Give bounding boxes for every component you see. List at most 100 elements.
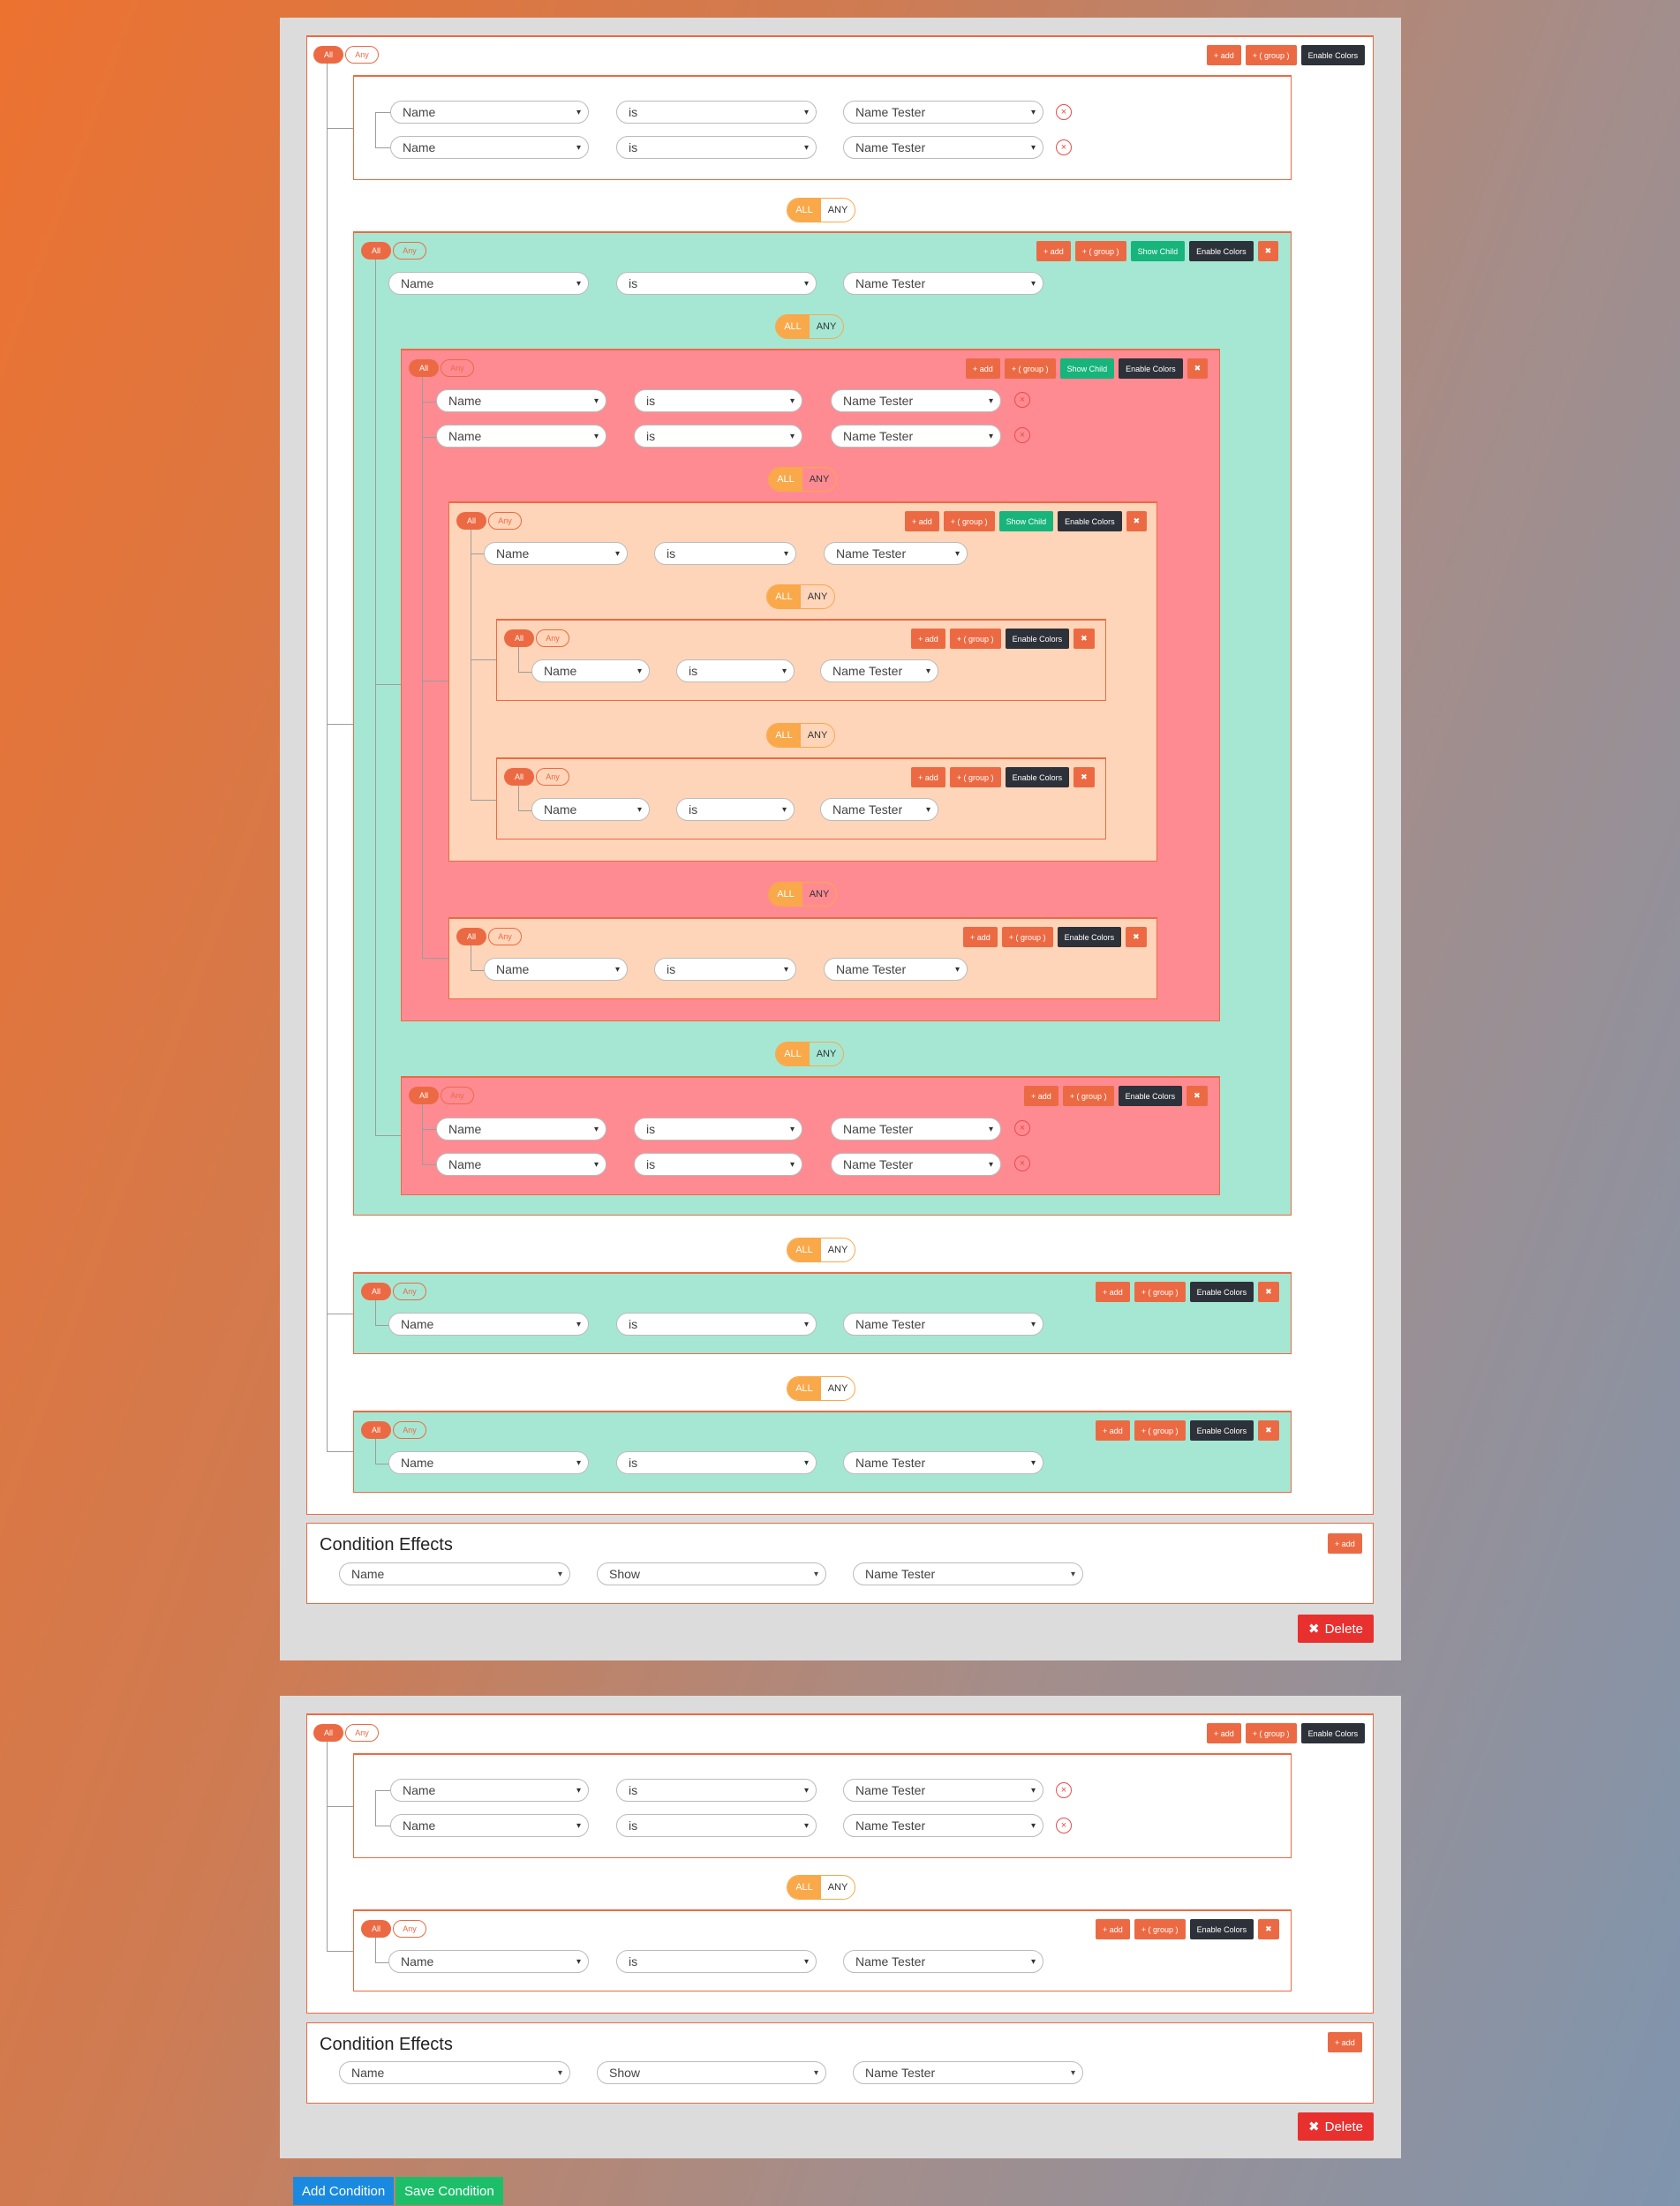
value-select[interactable]: Name Tester [843,136,1043,159]
all-option[interactable]: ALL [769,468,802,491]
any-option[interactable]: ANY [802,883,836,906]
close-group-button[interactable]: ✖ [1187,358,1209,379]
close-group-button[interactable]: ✖ [1257,241,1279,261]
value-select[interactable]: Name Tester [820,659,938,682]
enable-colors-button[interactable]: Enable Colors [1189,1282,1254,1302]
all-any-connector[interactable]: ALL ANY [766,584,835,609]
field-select[interactable]: Name [436,425,606,448]
enable-colors-button[interactable]: Enable Colors [1005,629,1070,649]
all-toggle[interactable]: All [361,242,391,260]
operator-select[interactable]: is [634,425,802,448]
field-select[interactable]: Name [484,958,628,981]
operator-select[interactable]: is [616,272,817,295]
add-group-button[interactable]: + ( group ) [1001,927,1053,947]
enable-colors-button[interactable]: Enable Colors [1300,45,1366,65]
effect-action-select[interactable]: Show [597,2061,826,2084]
show-child-button[interactable]: Show Child [1130,241,1186,261]
any-option[interactable]: ANY [802,468,836,491]
value-select[interactable]: Name Tester [831,425,1001,448]
value-select[interactable]: Name Tester [824,542,968,565]
operator-select[interactable]: is [616,136,817,159]
any-option[interactable]: ANY [801,724,834,747]
any-toggle[interactable]: Any [441,359,474,377]
all-toggle[interactable]: All [361,1283,391,1300]
add-group-button[interactable]: + ( group ) [1134,1420,1186,1441]
all-toggle[interactable]: All [313,46,343,64]
all-option[interactable]: ALL [787,1876,821,1899]
add-group-button[interactable]: + ( group ) [949,767,1001,787]
add-button[interactable]: + add [911,767,945,787]
add-button[interactable]: + add [966,358,1000,379]
all-toggle[interactable]: All [361,1421,391,1439]
value-select[interactable]: Name Tester [843,1779,1043,1802]
add-group-button[interactable]: + ( group ) [1134,1282,1186,1302]
all-any-connector[interactable]: ALL ANY [787,1376,855,1401]
add-group-button[interactable]: + ( group ) [949,629,1001,649]
all-option[interactable]: ALL [767,724,801,747]
add-button[interactable]: + add [1036,241,1071,261]
any-option[interactable]: ANY [821,199,855,222]
all-option[interactable]: ALL [776,315,810,338]
all-option[interactable]: ALL [776,1043,810,1065]
operator-select[interactable]: is [634,1153,802,1176]
operator-select[interactable]: is [634,389,802,412]
enable-colors-button[interactable]: Enable Colors [1189,241,1254,261]
any-toggle[interactable]: Any [536,629,569,647]
all-any-connector[interactable]: ALL ANY [768,882,837,907]
any-option[interactable]: ANY [810,1043,843,1065]
all-option[interactable]: ALL [787,1377,821,1400]
close-group-button[interactable]: ✖ [1258,1919,1279,1939]
operator-select[interactable]: is [616,1950,817,1973]
field-select[interactable]: Name [436,389,606,412]
remove-rule-icon[interactable]: × [1056,1818,1072,1833]
remove-rule-icon[interactable]: × [1014,1156,1030,1171]
enable-colors-button[interactable]: Enable Colors [1057,927,1122,947]
value-select[interactable]: Name Tester [843,1313,1043,1336]
all-toggle[interactable]: All [361,1920,391,1938]
effect-value-select[interactable]: Name Tester [853,2061,1083,2084]
operator-select[interactable]: is [676,659,795,682]
effect-field-select[interactable]: Name [339,1562,570,1585]
field-select[interactable]: Name [388,1313,589,1336]
value-select[interactable]: Name Tester [824,958,968,981]
any-toggle[interactable]: Any [345,46,379,64]
field-select[interactable]: Name [390,136,589,159]
add-group-button[interactable]: + ( group ) [1134,1919,1186,1939]
close-group-button[interactable]: ✖ [1126,511,1148,531]
field-select[interactable]: Name [390,1779,589,1802]
remove-rule-icon[interactable]: × [1014,1120,1030,1136]
add-button[interactable]: + add [963,927,998,947]
field-select[interactable]: Name [484,542,628,565]
value-select[interactable]: Name Tester [831,389,1001,412]
value-select[interactable]: Name Tester [843,1950,1043,1973]
all-toggle[interactable]: All [456,928,486,945]
delete-condition-button[interactable]: ✖ Delete [1298,1615,1374,1643]
all-toggle[interactable]: All [456,512,486,530]
operator-select[interactable]: is [616,1779,817,1802]
enable-colors-button[interactable]: Enable Colors [1058,511,1122,531]
enable-colors-button[interactable]: Enable Colors [1119,358,1183,379]
value-select[interactable]: Name Tester [843,1451,1043,1474]
close-group-button[interactable]: ✖ [1258,1282,1279,1302]
any-toggle[interactable]: Any [488,512,522,530]
all-any-connector[interactable]: ALL ANY [787,198,855,222]
field-select[interactable]: Name [436,1153,606,1176]
show-child-button[interactable]: Show Child [1059,358,1115,379]
operator-select[interactable]: is [634,1118,802,1141]
any-toggle[interactable]: Any [393,1283,426,1300]
add-button[interactable]: + add [1207,45,1241,65]
enable-colors-button[interactable]: Enable Colors [1005,767,1070,787]
show-child-button[interactable]: Show Child [998,511,1054,531]
operator-select[interactable]: is [616,101,817,124]
field-select[interactable]: Name [531,659,650,682]
any-toggle[interactable]: Any [488,928,522,945]
remove-rule-icon[interactable]: × [1056,139,1072,155]
operator-select[interactable]: is [616,1313,817,1336]
any-toggle[interactable]: Any [393,1421,426,1439]
effect-action-select[interactable]: Show [597,1562,826,1585]
any-option[interactable]: ANY [801,585,834,608]
field-select[interactable]: Name [436,1118,606,1141]
field-select[interactable]: Name [531,798,650,821]
any-option[interactable]: ANY [821,1239,855,1261]
add-group-button[interactable]: + ( group ) [943,511,995,531]
